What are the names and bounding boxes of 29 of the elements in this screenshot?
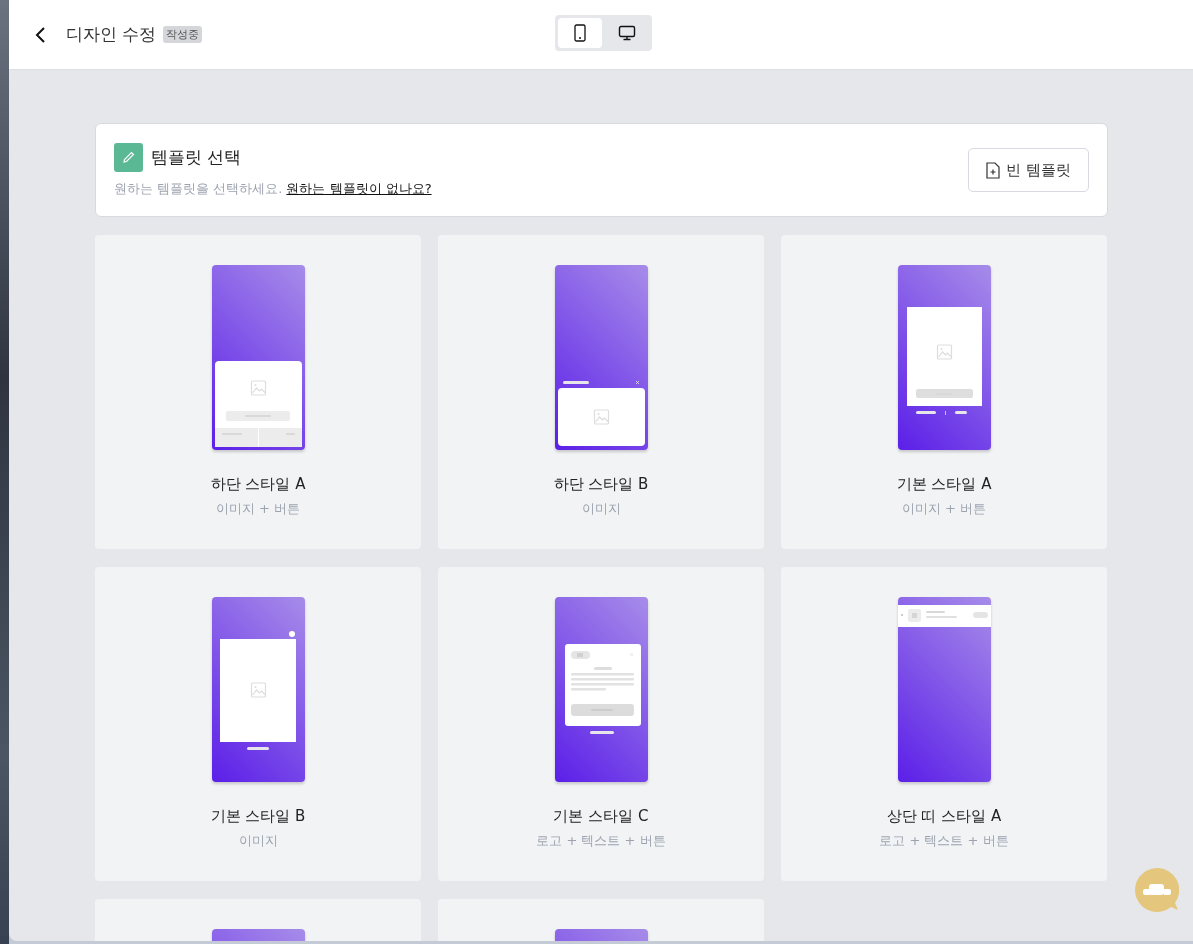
template-card[interactable]: 기본 스타일 B 이미지 [95, 567, 421, 881]
template-card[interactable]: 상단 띠 스타일 A 로고 + 텍스트 + 버튼 [781, 567, 1107, 881]
template-card[interactable]: 하단 스타일 B 이미지 [438, 235, 764, 549]
template-card[interactable]: 기본 스타일 C 로고 + 텍스트 + 버튼 [438, 567, 764, 881]
status-badge: 작성중 [163, 26, 203, 43]
page-title: 디자인 수정 [66, 23, 157, 46]
template-name: 상단 띠 스타일 A [886, 807, 1002, 826]
phone-icon [573, 24, 586, 42]
monitor-icon [618, 25, 637, 41]
pencil-icon [114, 142, 143, 172]
template-description: 이미지 [238, 832, 278, 850]
missing-template-link[interactable]: 원하는 템플릿이 없나요? [286, 180, 432, 196]
file-plus-icon [986, 161, 1001, 179]
blank-template-button[interactable]: 빈 템플릿 [968, 148, 1089, 192]
template-description: 이미지 + 버튼 [215, 500, 301, 518]
template-description: 이미지 [581, 500, 621, 518]
section-description: 원하는 템플릿을 선택하세요. 원하는 템플릿이 없나요? [114, 179, 432, 198]
template-description: 로고 + 텍스트 + 버튼 [879, 832, 1009, 850]
template-description: 로고 + 텍스트 + 버튼 [536, 832, 666, 850]
template-name: 기본 스타일 C [553, 807, 649, 826]
template-name: 기본 스타일 B [210, 807, 306, 826]
template-name: 하단 스타일 A [210, 475, 306, 494]
section-title: 템플릿 선택 [151, 145, 242, 169]
template-name: 기본 스타일 A [896, 475, 992, 494]
template-card[interactable]: 기본 스타일 A 이미지 + 버튼 [781, 235, 1107, 549]
mobile-view-button[interactable] [558, 18, 602, 48]
template-name: 하단 스타일 B [553, 475, 649, 494]
template-description: 이미지 + 버튼 [901, 500, 987, 518]
template-card[interactable]: 하단 스타일 A 이미지 + 버튼 [95, 235, 421, 549]
